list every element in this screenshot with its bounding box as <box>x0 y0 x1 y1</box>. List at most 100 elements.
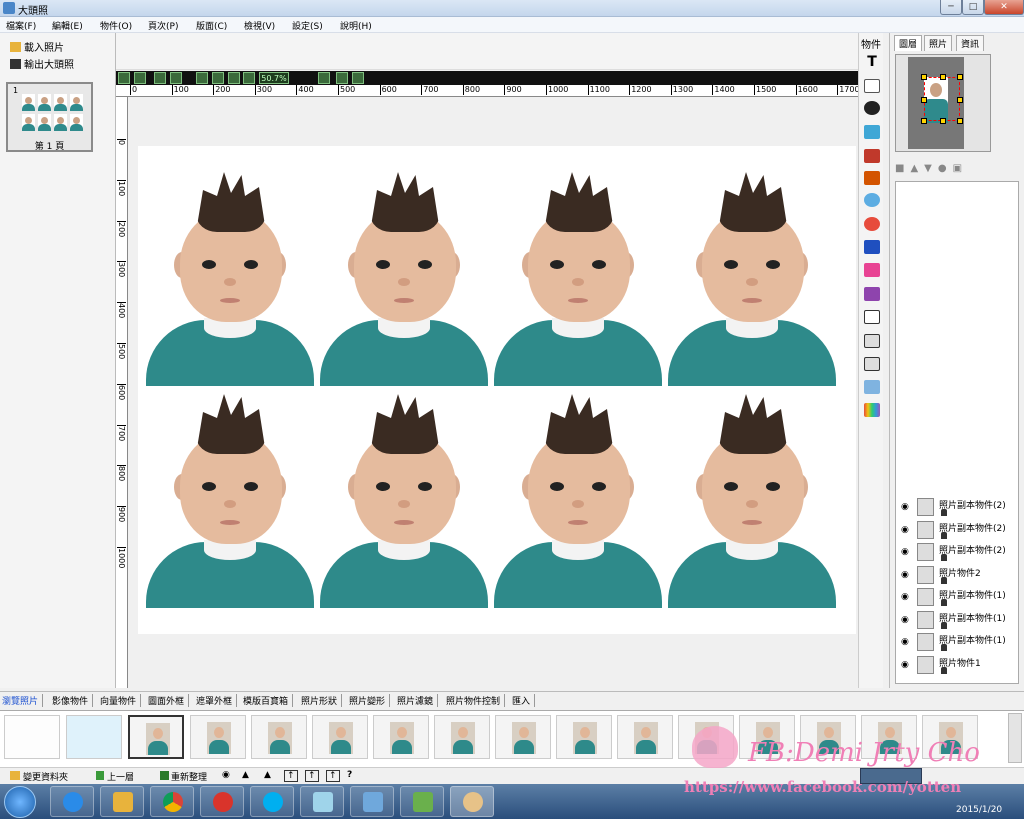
move-down-icon[interactable]: ▼ <box>924 163 938 174</box>
pointer-icon[interactable] <box>318 72 330 84</box>
star-badge-icon[interactable] <box>864 380 880 394</box>
bottom-tab[interactable]: 瀏覽照片 <box>2 694 44 707</box>
abc-text-icon[interactable] <box>864 79 880 93</box>
id-photo[interactable] <box>146 392 314 608</box>
menu-object[interactable]: 物件(O) <box>100 19 132 32</box>
taskbar-photo-viewer[interactable] <box>350 786 394 817</box>
close-button[interactable]: ✕ <box>984 0 1024 15</box>
film-thumb-selected[interactable] <box>128 715 184 759</box>
abc-badge-icon[interactable] <box>864 101 880 115</box>
print-page[interactable] <box>138 146 856 634</box>
id-photo[interactable] <box>668 392 836 608</box>
photo-frame-icon[interactable] <box>864 149 880 163</box>
menu-edit[interactable]: 編輯(E) <box>52 19 83 32</box>
minimize-button[interactable]: ─ <box>940 0 962 15</box>
arrows-icon[interactable] <box>864 334 880 348</box>
lock-icon[interactable] <box>941 621 947 629</box>
copy-icon[interactable] <box>154 72 166 84</box>
help-button[interactable]: ? <box>347 770 352 780</box>
lock-icon[interactable] <box>941 666 947 674</box>
visibility-eye-icon[interactable]: ◉ <box>901 502 909 512</box>
zoom-out-icon[interactable] <box>212 72 224 84</box>
resize-handle[interactable] <box>957 74 963 80</box>
layer-item[interactable]: ◉ 照片副本物件(2) <box>899 543 1017 565</box>
sort-date-icon[interactable]: ↑ <box>305 770 319 782</box>
bottom-tab[interactable]: 影像物件 <box>52 694 94 707</box>
menu-settings[interactable]: 設定(S) <box>292 19 323 32</box>
fit-page-icon[interactable] <box>228 72 240 84</box>
export-photo-button[interactable]: 輸出大頭照 <box>10 56 74 71</box>
undo-icon[interactable] <box>118 72 130 84</box>
lock-icon[interactable] <box>941 599 947 606</box>
visibility-eye-icon[interactable]: ◉ <box>901 525 909 535</box>
select-area-icon[interactable] <box>352 72 364 84</box>
bottom-tab[interactable]: 照片物件控制 <box>446 694 506 707</box>
layer-item[interactable]: ◉ 照片副本物件(2) <box>899 520 1017 543</box>
image-icon[interactable] <box>864 125 880 139</box>
menu-page[interactable]: 頁次(P) <box>148 19 178 32</box>
id-photo[interactable] <box>494 392 662 608</box>
menu-help[interactable]: 說明(H) <box>340 19 372 32</box>
bottom-tab[interactable]: 照片變形 <box>349 694 391 707</box>
id-photo[interactable] <box>320 392 488 608</box>
film-thumb[interactable] <box>495 715 551 759</box>
view-icon[interactable]: ◉ <box>222 770 230 780</box>
taskbar-notes[interactable] <box>300 786 344 817</box>
visibility-eye-icon[interactable]: ◉ <box>901 637 909 647</box>
bottom-tab[interactable]: 遮罩外框 <box>196 694 238 707</box>
bottom-tab[interactable]: 照片形狀 <box>301 694 343 707</box>
lock-icon[interactable] <box>941 554 947 561</box>
resize-handle[interactable] <box>921 97 927 103</box>
id-photo[interactable] <box>146 170 314 386</box>
visibility-eye-icon[interactable]: ◉ <box>901 592 909 602</box>
resize-handle[interactable] <box>921 74 927 80</box>
sort-name-icon[interactable]: ↑ <box>284 770 298 782</box>
bottom-tab[interactable]: 模版百寶箱 <box>243 694 294 707</box>
film-thumb[interactable] <box>251 715 307 759</box>
id-photo[interactable] <box>320 170 488 386</box>
taskbar-app-red[interactable] <box>200 786 244 817</box>
magnifier-icon[interactable] <box>864 193 880 207</box>
text-tool-icon[interactable]: T <box>864 55 880 69</box>
film-thumb[interactable] <box>617 715 673 759</box>
sort-size-icon[interactable]: ↑ <box>326 770 340 782</box>
clock-icon[interactable] <box>864 217 880 231</box>
visibility-eye-icon[interactable]: ◉ <box>901 615 909 625</box>
page-thumbnail[interactable]: 1 第 1 頁 <box>6 82 93 152</box>
visibility-eye-icon[interactable]: ◉ <box>901 660 909 670</box>
lock-icon[interactable] <box>941 644 947 651</box>
bottom-tab[interactable]: 匯入 <box>512 694 536 707</box>
film-thumb[interactable] <box>556 715 612 759</box>
tab-info[interactable]: 資訊 <box>956 35 985 51</box>
arrow-right-icon[interactable] <box>864 357 880 371</box>
resize-handle[interactable] <box>940 74 946 80</box>
visibility-eye-icon[interactable]: ◉ <box>901 570 909 580</box>
resize-handle[interactable] <box>957 118 963 124</box>
tab-photo[interactable]: 照片 <box>924 35 953 51</box>
film-thumb-document[interactable] <box>4 715 60 759</box>
start-button[interactable] <box>4 786 36 818</box>
bottom-tab[interactable]: 照片濾鏡 <box>397 694 439 707</box>
zoom-level[interactable]: 50.7% <box>259 72 289 84</box>
tab-layers[interactable]: 圖層 <box>894 35 923 51</box>
layer-item[interactable]: ◉ 照片副本物件(1) <box>899 610 1017 633</box>
film-thumb[interactable] <box>190 715 246 759</box>
film-thumb[interactable] <box>373 715 429 759</box>
color-palette-icon[interactable] <box>864 403 880 417</box>
hand-icon[interactable] <box>336 72 348 84</box>
exif-icon[interactable] <box>864 240 880 254</box>
taskbar-paint[interactable] <box>400 786 444 817</box>
resize-handle[interactable] <box>940 118 946 124</box>
menu-file[interactable]: 檔案(F) <box>6 19 36 32</box>
maximize-button[interactable]: □ <box>962 0 984 15</box>
shapes-icon[interactable] <box>864 171 880 185</box>
sort-desc-icon[interactable]: ▲ <box>264 770 271 780</box>
layer-item[interactable]: ◉ 照片物件2 <box>899 565 1017 588</box>
taskbar-chrome[interactable] <box>150 786 194 817</box>
menu-view[interactable]: 檢視(V) <box>244 19 275 32</box>
cake-icon[interactable] <box>864 263 880 277</box>
film-thumb-webpage[interactable] <box>66 715 122 759</box>
menu-layout[interactable]: 版面(C) <box>196 19 227 32</box>
taskbar-ie[interactable] <box>50 786 94 817</box>
bottom-tab[interactable]: 圖面外框 <box>148 694 190 707</box>
